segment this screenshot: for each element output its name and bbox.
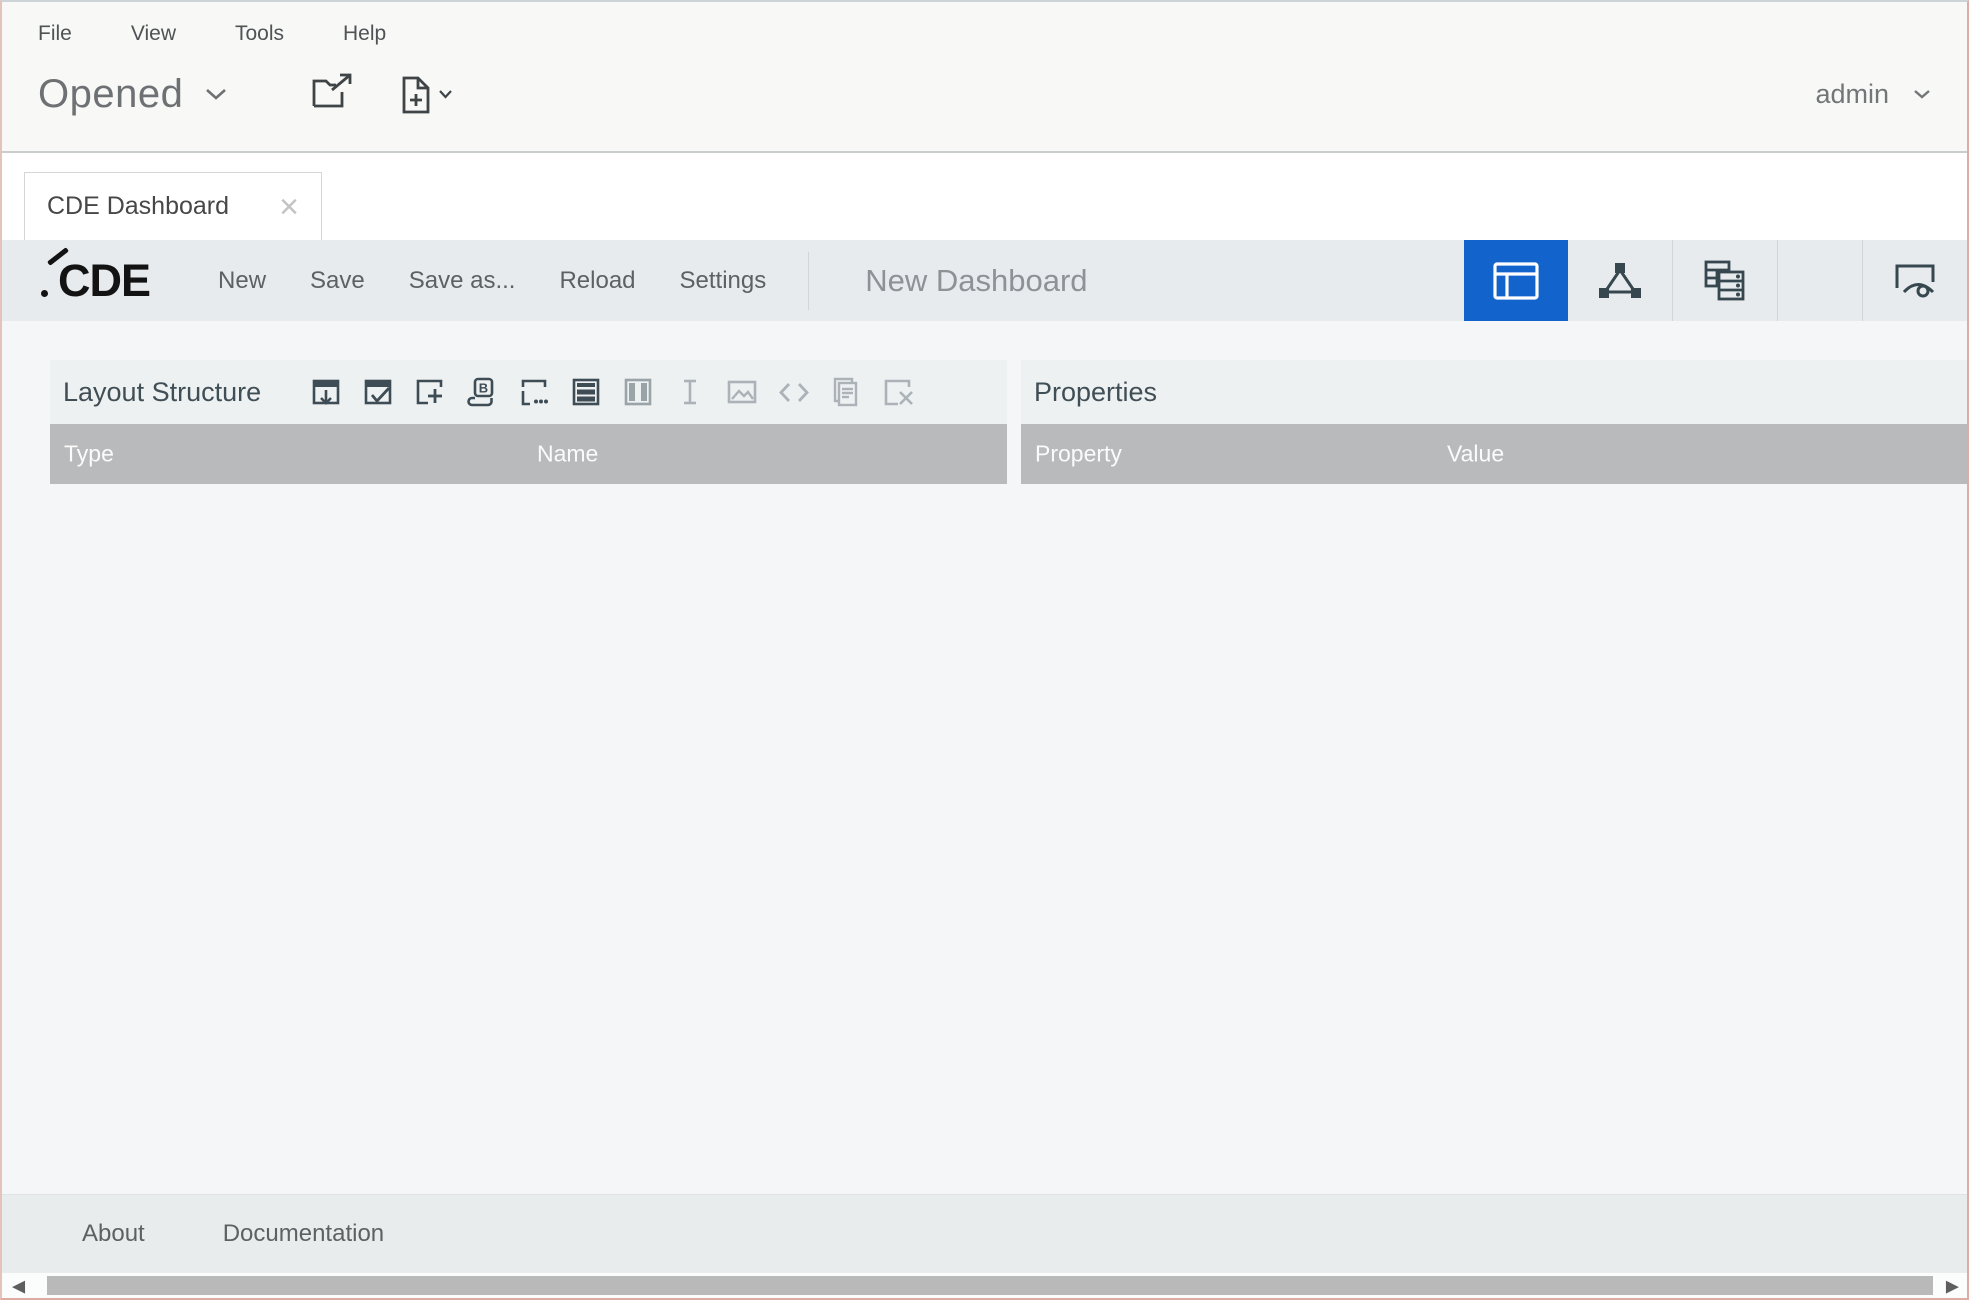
datasources-icon: [1703, 260, 1747, 302]
layout-structure-panel: Layout Structure: [50, 360, 1007, 484]
layout-table-header: Type Name: [50, 424, 1007, 484]
menu-view[interactable]: View: [131, 22, 176, 46]
open-file-icon[interactable]: [309, 72, 355, 117]
add-row-icon[interactable]: [567, 373, 605, 411]
add-image-icon: [723, 373, 761, 411]
tab-bar: CDE Dashboard ×: [2, 153, 1967, 240]
cde-logo: CDE: [58, 258, 150, 303]
about-link[interactable]: About: [82, 1220, 145, 1248]
settings-button[interactable]: Settings: [680, 267, 767, 295]
preview-eye-icon: [1891, 260, 1939, 302]
properties-panel-header: Properties: [1021, 360, 1967, 424]
footer: About Documentation: [2, 1194, 1967, 1272]
column-property: Property: [1035, 441, 1122, 468]
cde-menu: New Save Save as... Reload Settings: [218, 267, 766, 295]
column-value: Value: [1447, 441, 1504, 468]
tab-label: CDE Dashboard: [47, 192, 229, 221]
duplicate-icon: [827, 373, 865, 411]
toolbar-separator: [808, 252, 809, 310]
save-as-button[interactable]: Save as...: [409, 267, 516, 295]
add-resource-icon[interactable]: [411, 373, 449, 411]
add-freeform-icon[interactable]: [515, 373, 553, 411]
tab-close-icon[interactable]: ×: [279, 190, 299, 224]
scroll-left-arrow-icon[interactable]: ◀: [12, 1277, 25, 1294]
layout-icon: [1492, 261, 1540, 301]
scroll-right-arrow-icon[interactable]: ▶: [1946, 1277, 1959, 1294]
svg-text:B: B: [479, 381, 488, 396]
save-button[interactable]: Save: [310, 267, 365, 295]
add-html-icon: [775, 373, 813, 411]
new-button[interactable]: New: [218, 267, 266, 295]
preview-button[interactable]: [1863, 240, 1967, 321]
opened-label: Opened: [38, 72, 183, 117]
opened-dropdown[interactable]: Opened: [38, 72, 227, 117]
properties-table-header: Property Value: [1021, 424, 1967, 484]
layout-toolbar: B: [307, 373, 917, 411]
properties-panel-title: Properties: [1034, 377, 1157, 408]
reload-button[interactable]: Reload: [559, 267, 635, 295]
components-panel-button[interactable]: [1568, 240, 1672, 321]
menu-file[interactable]: File: [38, 22, 72, 46]
menu-help[interactable]: Help: [343, 22, 386, 46]
add-space-icon: [671, 373, 709, 411]
chevron-down-icon: [439, 90, 452, 99]
apply-template-icon[interactable]: [359, 373, 397, 411]
chevron-down-icon: [205, 88, 227, 101]
layout-panel-header: Layout Structure: [50, 360, 1007, 424]
new-file-icon[interactable]: [399, 74, 452, 116]
dashboard-title: New Dashboard: [865, 263, 1087, 299]
cde-editor-window: File View Tools Help Opened: [0, 0, 1969, 1300]
layout-panel-title: Layout Structure: [63, 377, 261, 408]
column-type: Type: [64, 441, 114, 468]
components-icon: [1597, 262, 1643, 300]
menu-tools[interactable]: Tools: [235, 22, 284, 46]
add-bootstrap-panel-icon[interactable]: B: [463, 373, 501, 411]
tab-cde-dashboard[interactable]: CDE Dashboard ×: [24, 172, 322, 240]
add-column-icon: [619, 373, 657, 411]
cde-toolbar: CDE New Save Save as... Reload Settings …: [2, 240, 1967, 321]
chevron-down-icon: [1913, 89, 1931, 100]
editor-main: Layout Structure: [2, 321, 1967, 1194]
scrollbar-thumb[interactable]: [47, 1276, 1933, 1295]
puc-header: File View Tools Help Opened: [2, 2, 1967, 153]
layout-panel-button[interactable]: [1464, 240, 1568, 321]
panel-switcher: [1464, 240, 1967, 321]
delete-icon: [879, 373, 917, 411]
file-buttons: [309, 72, 452, 117]
datasources-panel-button[interactable]: [1673, 240, 1777, 321]
horizontal-scrollbar[interactable]: ◀ ▶: [2, 1272, 1967, 1298]
user-label: admin: [1815, 79, 1889, 110]
documentation-link[interactable]: Documentation: [223, 1220, 384, 1248]
properties-panel: Properties Property Value: [1021, 360, 1967, 484]
column-name: Name: [537, 441, 598, 468]
main-menubar: File View Tools Help: [2, 2, 1967, 46]
save-as-template-icon[interactable]: [307, 373, 345, 411]
user-menu[interactable]: admin: [1815, 79, 1931, 110]
puc-toolbar-row: Opened: [38, 72, 1931, 117]
